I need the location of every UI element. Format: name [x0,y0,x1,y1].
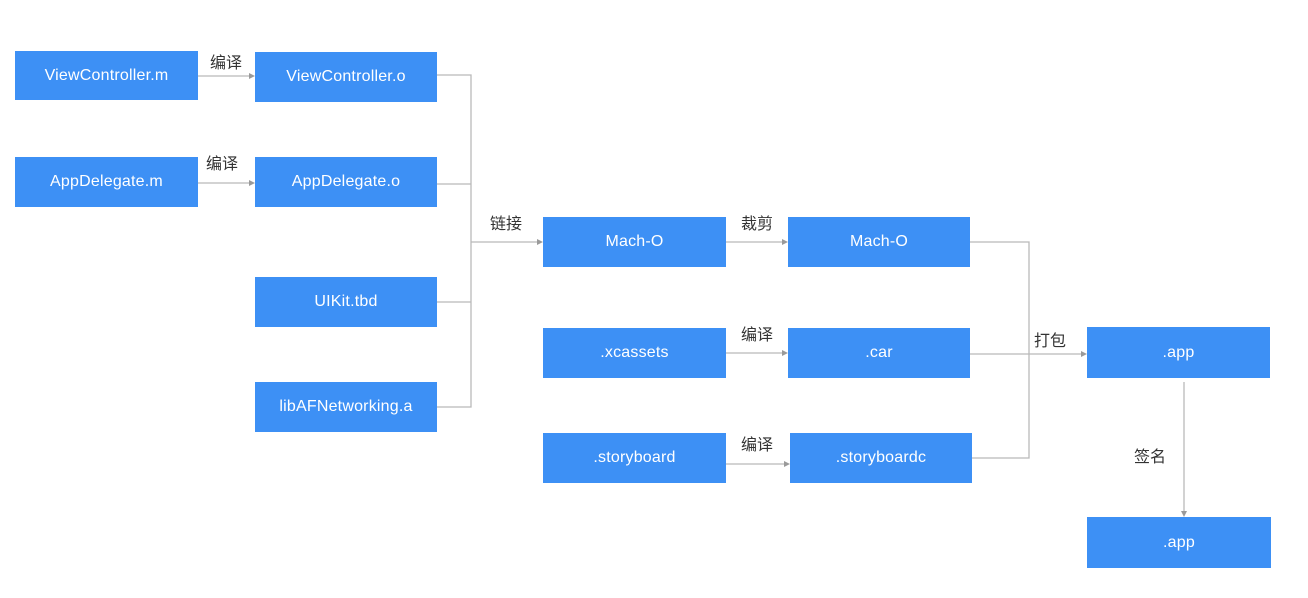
node-uikit-tbd[interactable]: UIKit.tbd [255,277,437,327]
node-storyboardc[interactable]: .storyboardc [790,433,972,483]
node-label: .car [865,344,893,361]
node-label: .storyboard [593,449,676,466]
node-label: .app [1163,533,1195,551]
node-app-signed[interactable]: .app [1087,517,1271,568]
node-label: ViewController.o [286,68,406,85]
node-macho-linked[interactable]: Mach-O [543,217,726,267]
edge-package-macho [970,241,1030,459]
edge-label-compile-storyboard: 编译 [741,435,774,454]
node-libafnetworking-a[interactable]: libAFNetworking.a [255,382,437,432]
node-label: libAFNetworking.a [279,398,413,415]
edge-label-sign: 签名 [1134,447,1167,466]
node-label: .app [1162,343,1195,361]
node-car[interactable]: .car [788,328,970,378]
node-viewcontroller-m[interactable]: ViewController.m [15,51,198,100]
node-xcassets[interactable]: .xcassets [543,328,726,378]
node-macho-stripped[interactable]: Mach-O [788,217,970,267]
edge-label-compile-viewcontroller: 编译 [210,53,243,72]
node-label: AppDelegate.o [291,173,401,190]
edge-label-package: 打包 [1034,331,1067,350]
node-label: Mach-O [605,233,664,250]
node-appdelegate-o[interactable]: AppDelegate.o [255,157,437,207]
edge-label-compile-assets: 编译 [741,325,774,344]
node-label: Mach-O [849,233,909,250]
node-label: UIKit.tbd [314,293,378,310]
node-label: AppDelegate.m [50,173,163,190]
node-label: ViewController.m [44,66,169,84]
edge-label-compile-appdelegate: 编译 [206,154,239,173]
edge-label-strip: 裁剪 [741,214,774,233]
node-label: .xcassets [600,344,669,361]
edge-link-viewcontroller [437,74,472,408]
edge-label-link: 链接 [490,214,523,233]
node-viewcontroller-o[interactable]: ViewController.o [255,52,437,102]
node-app-packaged[interactable]: .app [1087,327,1270,378]
node-appdelegate-m[interactable]: AppDelegate.m [15,157,198,207]
node-storyboard[interactable]: .storyboard [543,433,726,483]
node-label: .storyboardc [835,449,927,466]
